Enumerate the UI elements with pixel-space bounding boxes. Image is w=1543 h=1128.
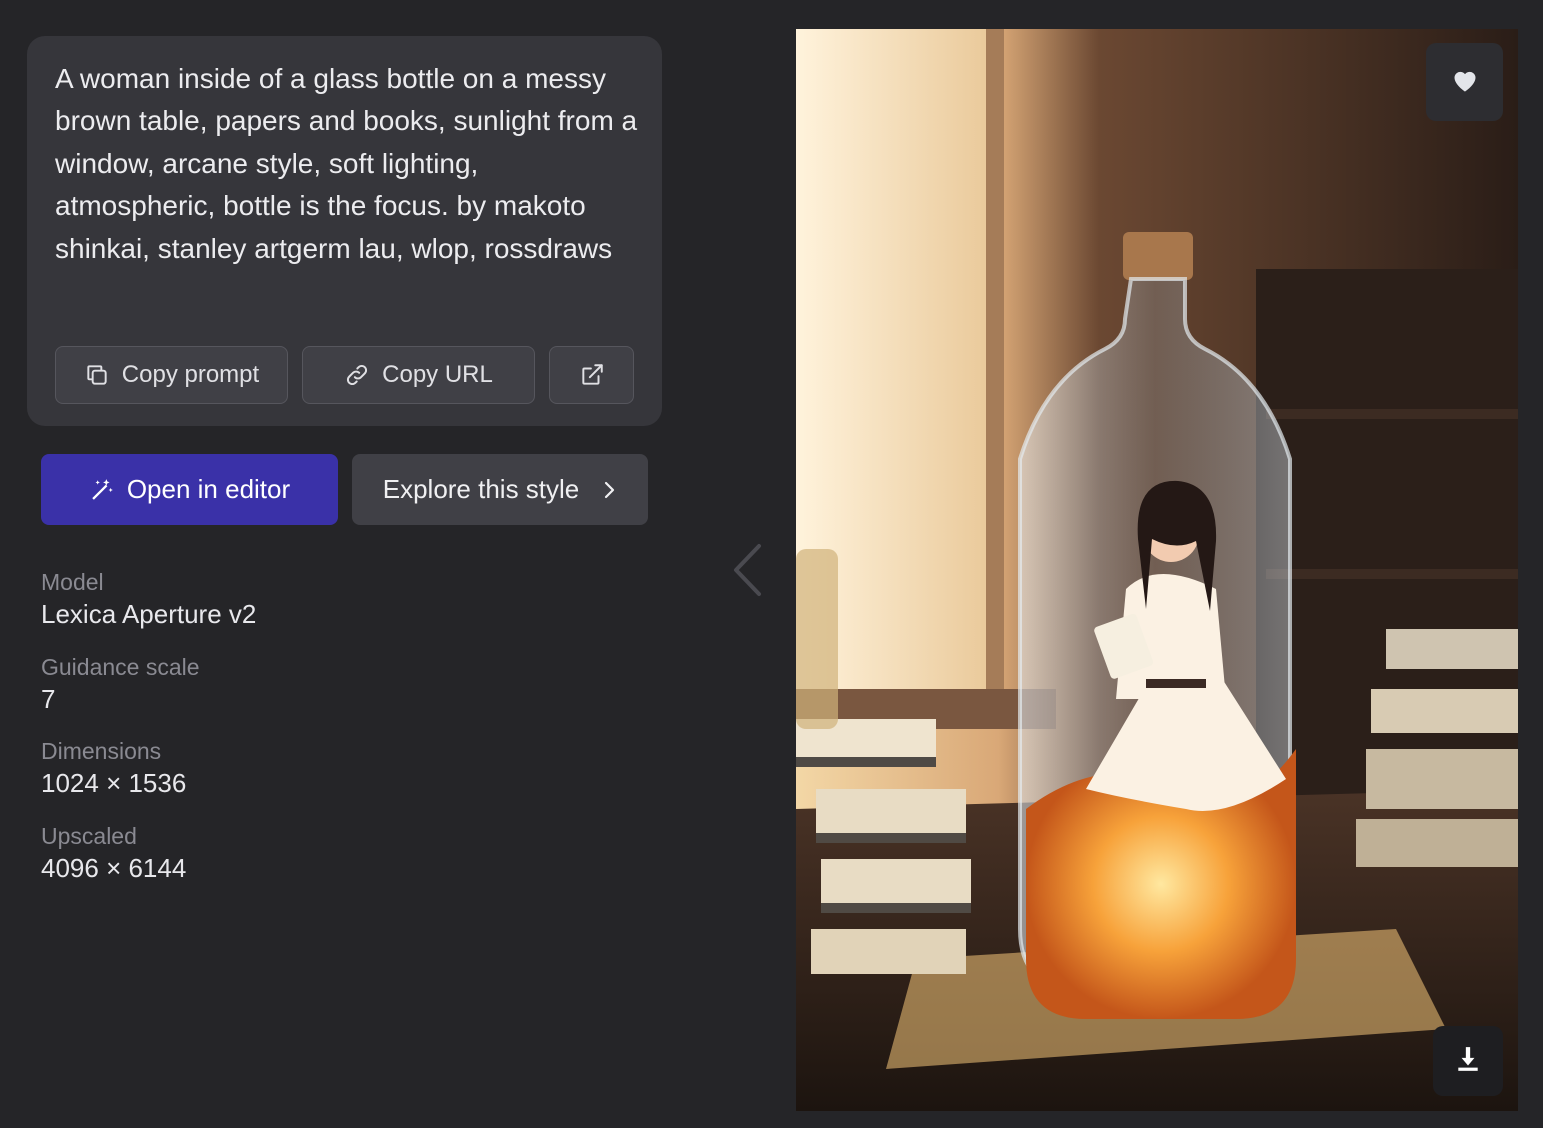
prompt-text: A woman inside of a glass bottle on a me… bbox=[55, 63, 638, 264]
meta-value: 1024 × 1536 bbox=[41, 768, 187, 798]
chevron-left-icon bbox=[728, 544, 768, 603]
magic-wand-icon bbox=[89, 477, 115, 503]
meta-dimensions: Dimensions 1024 × 1536 bbox=[41, 737, 186, 799]
copy-url-button[interactable]: Copy URL bbox=[302, 346, 535, 404]
open-in-editor-button[interactable]: Open in editor bbox=[41, 454, 338, 525]
meta-value: 4096 × 6144 bbox=[41, 853, 187, 883]
download-icon bbox=[1455, 1045, 1481, 1078]
meta-value: Lexica Aperture v2 bbox=[41, 599, 257, 629]
copy-icon bbox=[84, 362, 110, 388]
copy-prompt-label: Copy prompt bbox=[121, 361, 260, 388]
meta-value: 7 bbox=[41, 684, 56, 714]
prompt-card: A woman inside of a glass bottle on a me… bbox=[27, 36, 662, 426]
previous-image-button[interactable] bbox=[728, 541, 768, 604]
copy-url-label: Copy URL bbox=[382, 361, 493, 388]
chevron-right-icon bbox=[601, 480, 617, 500]
bottle-illustration bbox=[796, 29, 1518, 1111]
copy-prompt-button[interactable]: Copy prompt bbox=[55, 346, 288, 404]
meta-label: Dimensions bbox=[41, 738, 162, 764]
explore-style-label: Explore this style bbox=[382, 474, 580, 504]
external-link-icon bbox=[579, 362, 605, 388]
open-external-button[interactable] bbox=[549, 346, 634, 404]
meta-guidance-scale: Guidance scale 7 bbox=[41, 653, 200, 715]
favorite-button[interactable] bbox=[1426, 43, 1503, 121]
heart-icon bbox=[1451, 67, 1479, 98]
meta-model: Model Lexica Aperture v2 bbox=[41, 568, 256, 630]
meta-label: Upscaled bbox=[41, 823, 137, 849]
generated-image bbox=[796, 29, 1518, 1111]
meta-upscaled: Upscaled 4096 × 6144 bbox=[41, 822, 186, 884]
explore-style-button[interactable]: Explore this style bbox=[352, 454, 648, 525]
meta-label: Model bbox=[41, 569, 104, 595]
open-in-editor-label: Open in editor bbox=[126, 474, 291, 504]
download-button[interactable] bbox=[1433, 1026, 1503, 1096]
link-icon bbox=[344, 362, 370, 388]
meta-label: Guidance scale bbox=[41, 654, 200, 680]
